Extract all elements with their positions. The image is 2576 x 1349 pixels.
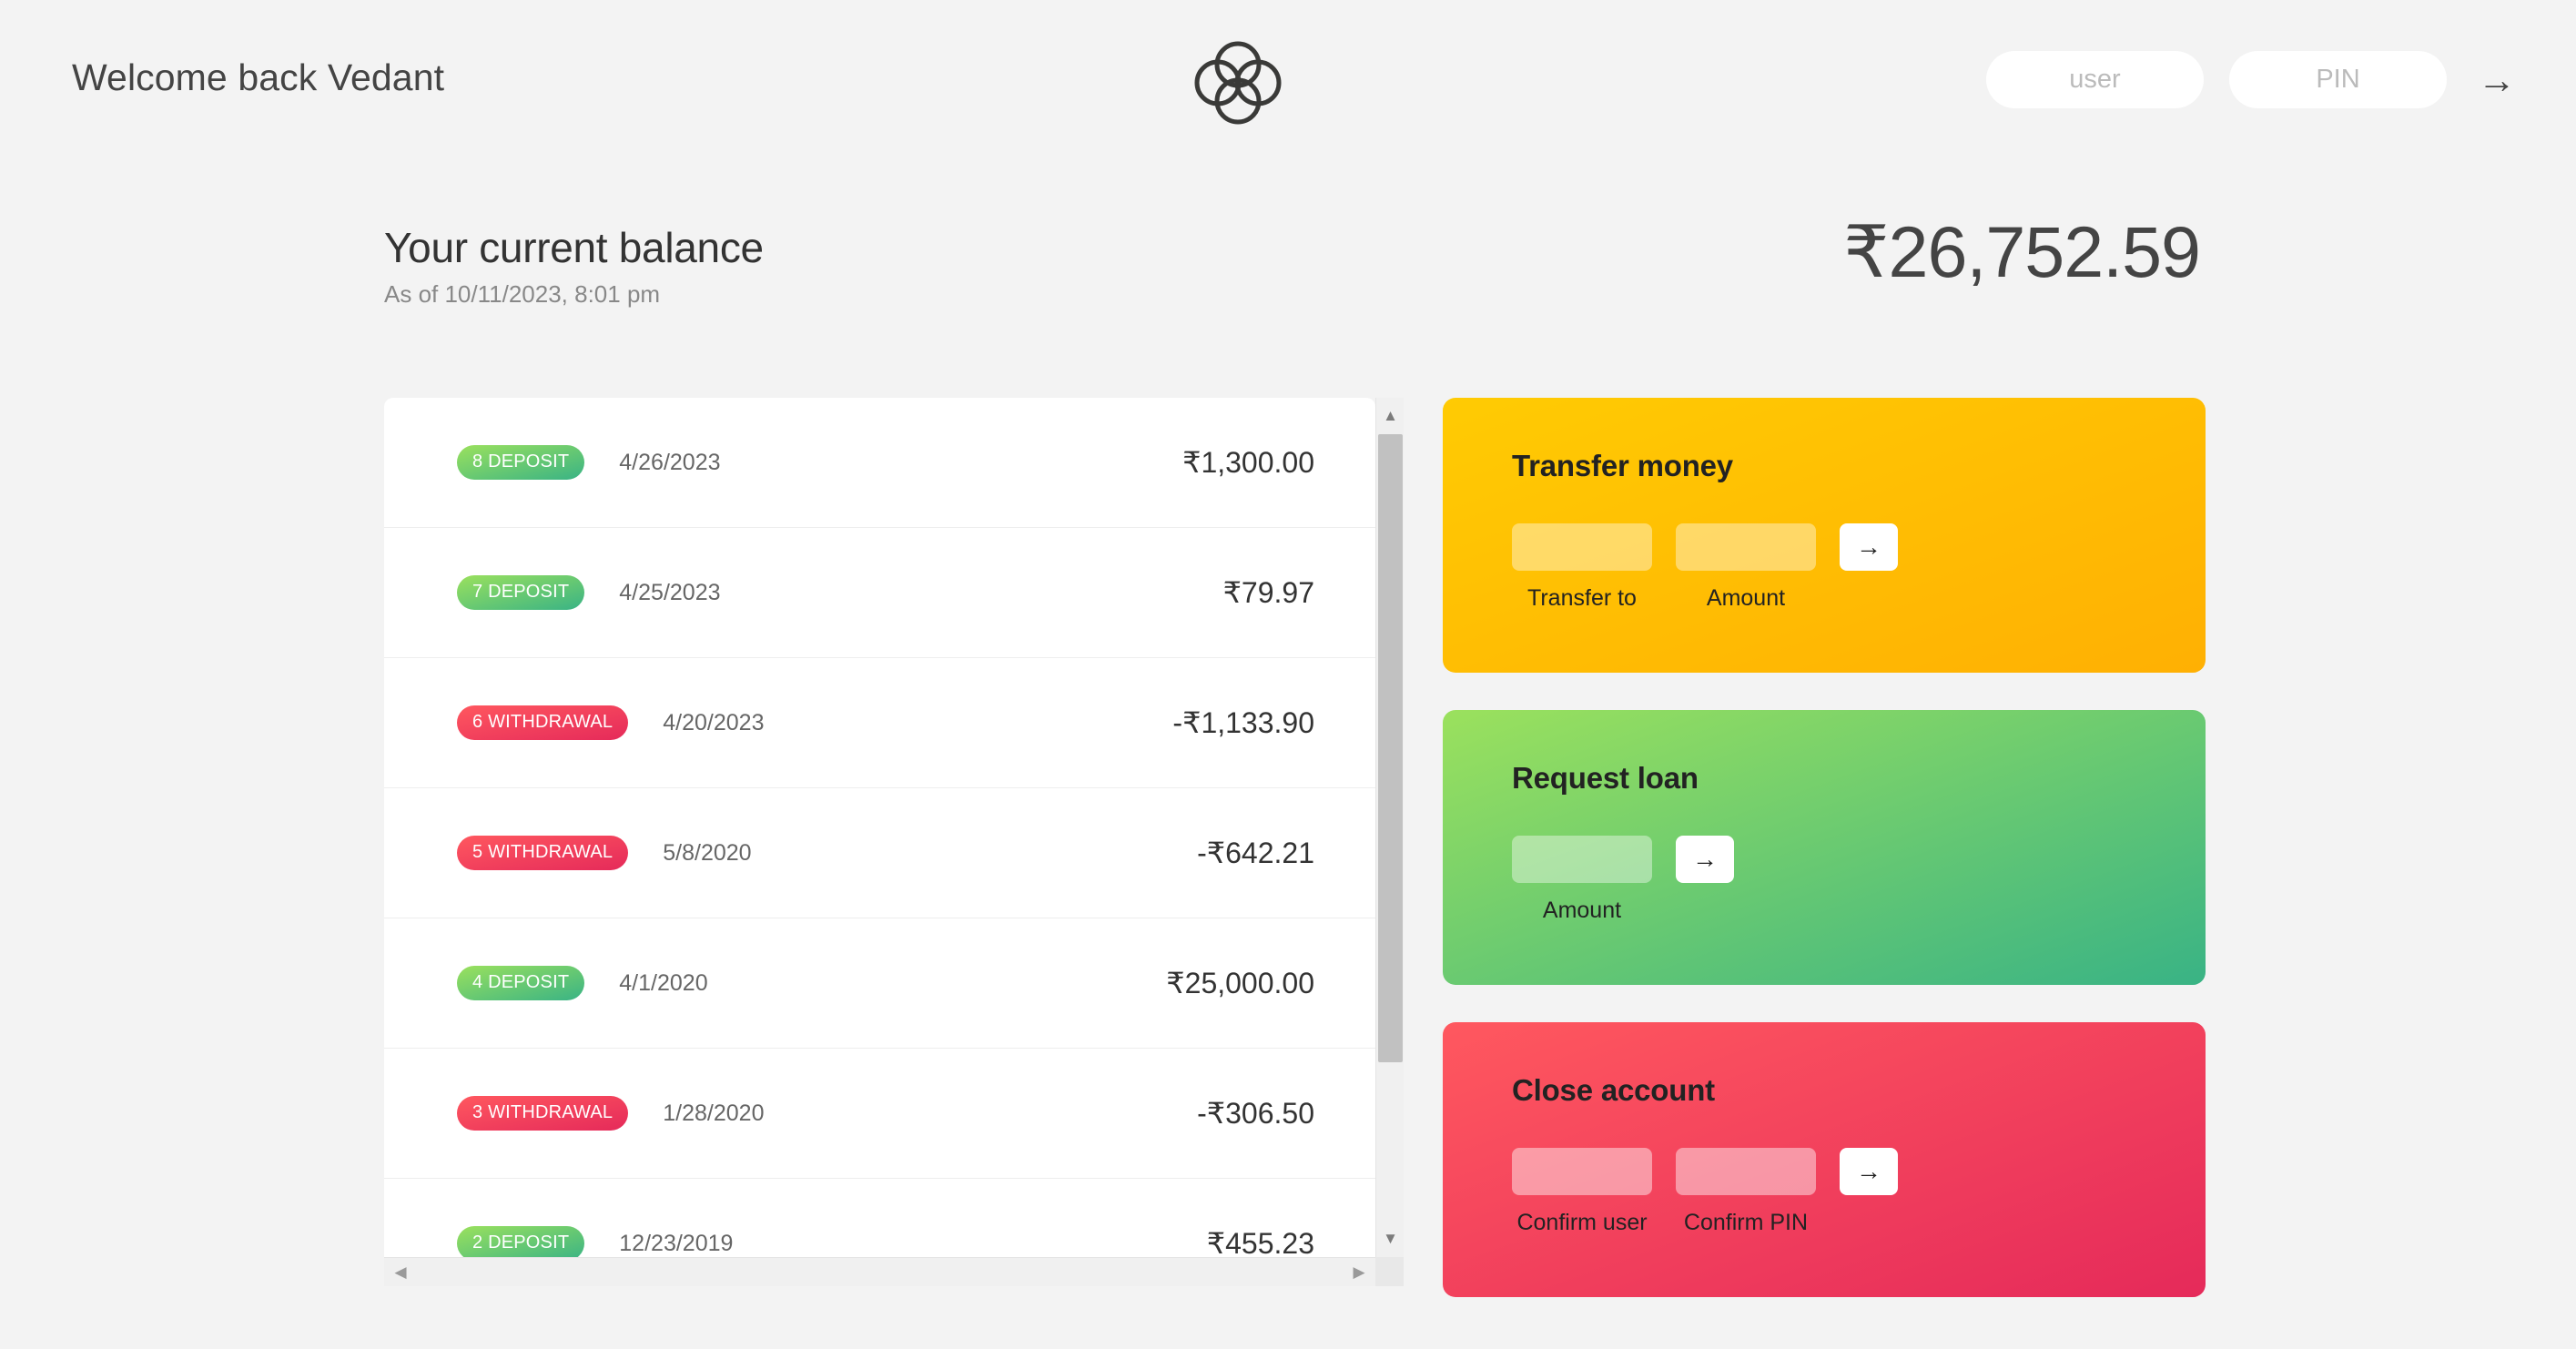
loan-amount-input[interactable] [1512,836,1652,883]
balance-section: Your current balance As of 10/11/2023, 8… [384,211,2205,309]
transactions-vertical-scrollbar[interactable]: ▲ ▼ [1375,398,1404,1257]
request-loan-form: Amount → [1512,836,2136,924]
transfer-submit-button[interactable]: → [1840,523,1898,571]
close-confirm-user-input[interactable] [1512,1148,1652,1195]
scroll-right-arrow-icon[interactable]: ▶ [1344,1258,1374,1287]
transfer-money-title: Transfer money [1512,449,1733,482]
transaction-amount: ₹1,300.00 [1182,446,1314,479]
transaction-row[interactable]: 4 DEPOSIT 4/1/2020 ₹25,000.00 [384,918,1375,1049]
transaction-date: 4/1/2020 [619,969,708,996]
transaction-type-badge: 2 DEPOSIT [457,1226,585,1257]
close-confirm-user-label: Confirm user [1516,1210,1648,1235]
login-submit-button[interactable]: → [2472,60,2521,99]
balance-date: As of 10/11/2023, 8:01 pm [384,280,661,308]
close-confirm-pin-input[interactable] [1676,1148,1816,1195]
transaction-row[interactable]: 8 DEPOSIT 4/26/2023 ₹1,300.00 [384,398,1375,528]
transfer-amount-field: Amount [1676,523,1816,612]
transaction-row[interactable]: 2 DEPOSIT 12/23/2019 ₹455.23 [384,1179,1375,1257]
transactions-scroll-area[interactable]: 8 DEPOSIT 4/26/2023 ₹1,300.00 7 DEPOSIT 4/25… [384,398,1375,1257]
close-account-form: Confirm user Confirm PIN → [1512,1148,2136,1236]
transaction-row[interactable]: 5 WITHDRAWAL 5/8/2020 -₹642.21 [384,788,1375,918]
close-pin-field: Confirm PIN [1676,1148,1816,1236]
transfer-money-form: Transfer to Amount → [1512,523,2136,612]
close-user-field: Confirm user [1512,1148,1652,1236]
transfer-to-field: Transfer to [1512,523,1652,612]
transaction-amount: -₹306.50 [1197,1097,1314,1130]
scroll-up-arrow-icon[interactable]: ▲ [1376,401,1405,431]
welcome-message: Welcome back Vedant [72,56,445,98]
scroll-down-arrow-icon[interactable]: ▼ [1376,1223,1405,1254]
transaction-date: 4/26/2023 [619,449,721,475]
login-form: → [1986,51,2521,108]
transaction-row[interactable]: 3 WITHDRAWAL 1/28/2020 -₹306.50 [384,1049,1375,1179]
scroll-left-arrow-icon[interactable]: ◀ [386,1258,415,1287]
transaction-type-badge: 5 WITHDRAWAL [457,836,629,870]
transfer-money-card: Transfer money Transfer to Amount → [1443,398,2206,673]
loan-amount-field: Amount [1512,836,1652,924]
close-account-title: Close account [1512,1073,1715,1107]
balance-amount: ₹26,752.59 [1843,211,2201,292]
transactions-list[interactable]: 8 DEPOSIT 4/26/2023 ₹1,300.00 7 DEPOSIT 4/25… [384,398,1375,1257]
operations-panel: Transfer money Transfer to Amount → Requ… [1443,398,2206,1297]
transaction-date: 12/23/2019 [619,1230,734,1256]
vertical-scrollbar-thumb[interactable] [1378,434,1403,1062]
request-loan-card: Request loan Amount → [1443,710,2206,985]
transfer-to-input[interactable] [1512,523,1652,571]
loan-submit-button[interactable]: → [1676,836,1734,883]
transaction-type-badge: 6 WITHDRAWAL [457,705,629,740]
transaction-date: 1/28/2020 [663,1100,765,1126]
transaction-type-badge: 8 DEPOSIT [457,445,585,480]
transaction-amount: -₹1,133.90 [1172,706,1314,739]
close-confirm-pin-label: Confirm PIN [1683,1210,1809,1235]
close-submit-button[interactable]: → [1840,1148,1898,1195]
close-account-card: Close account Confirm user Confirm PIN → [1443,1022,2206,1297]
loan-amount-label: Amount [1542,898,1622,923]
app-header: Welcome back Vedant → [0,0,2576,166]
transaction-date: 5/8/2020 [663,839,752,866]
transaction-amount: ₹455.23 [1206,1227,1314,1257]
login-user-input[interactable] [1986,51,2204,108]
balance-label-group: Your current balance As of 10/11/2023, 8… [384,223,764,309]
login-pin-input[interactable] [2229,51,2447,108]
transaction-row[interactable]: 6 WITHDRAWAL 4/20/2023 -₹1,133.90 [384,658,1375,788]
transaction-date: 4/25/2023 [619,579,721,605]
transfer-amount-label: Amount [1706,585,1786,611]
balance-title: Your current balance [384,224,764,271]
transaction-amount: ₹79.97 [1222,576,1314,609]
four-circles-logo-icon [1188,37,1288,128]
transactions-horizontal-scrollbar[interactable]: ◀ ▶ [384,1257,1375,1286]
transfer-amount-input[interactable] [1676,523,1816,571]
transaction-type-badge: 4 DEPOSIT [457,966,585,1000]
transaction-amount: ₹25,000.00 [1166,967,1314,999]
transaction-type-badge: 3 WITHDRAWAL [457,1096,629,1131]
scrollbar-corner [1375,1257,1404,1286]
transaction-row[interactable]: 7 DEPOSIT 4/25/2023 ₹79.97 [384,528,1375,658]
transaction-type-badge: 7 DEPOSIT [457,575,585,610]
transfer-to-label: Transfer to [1527,585,1637,611]
transaction-amount: -₹642.21 [1197,837,1314,869]
transaction-date: 4/20/2023 [663,709,765,735]
request-loan-title: Request loan [1512,761,1699,795]
